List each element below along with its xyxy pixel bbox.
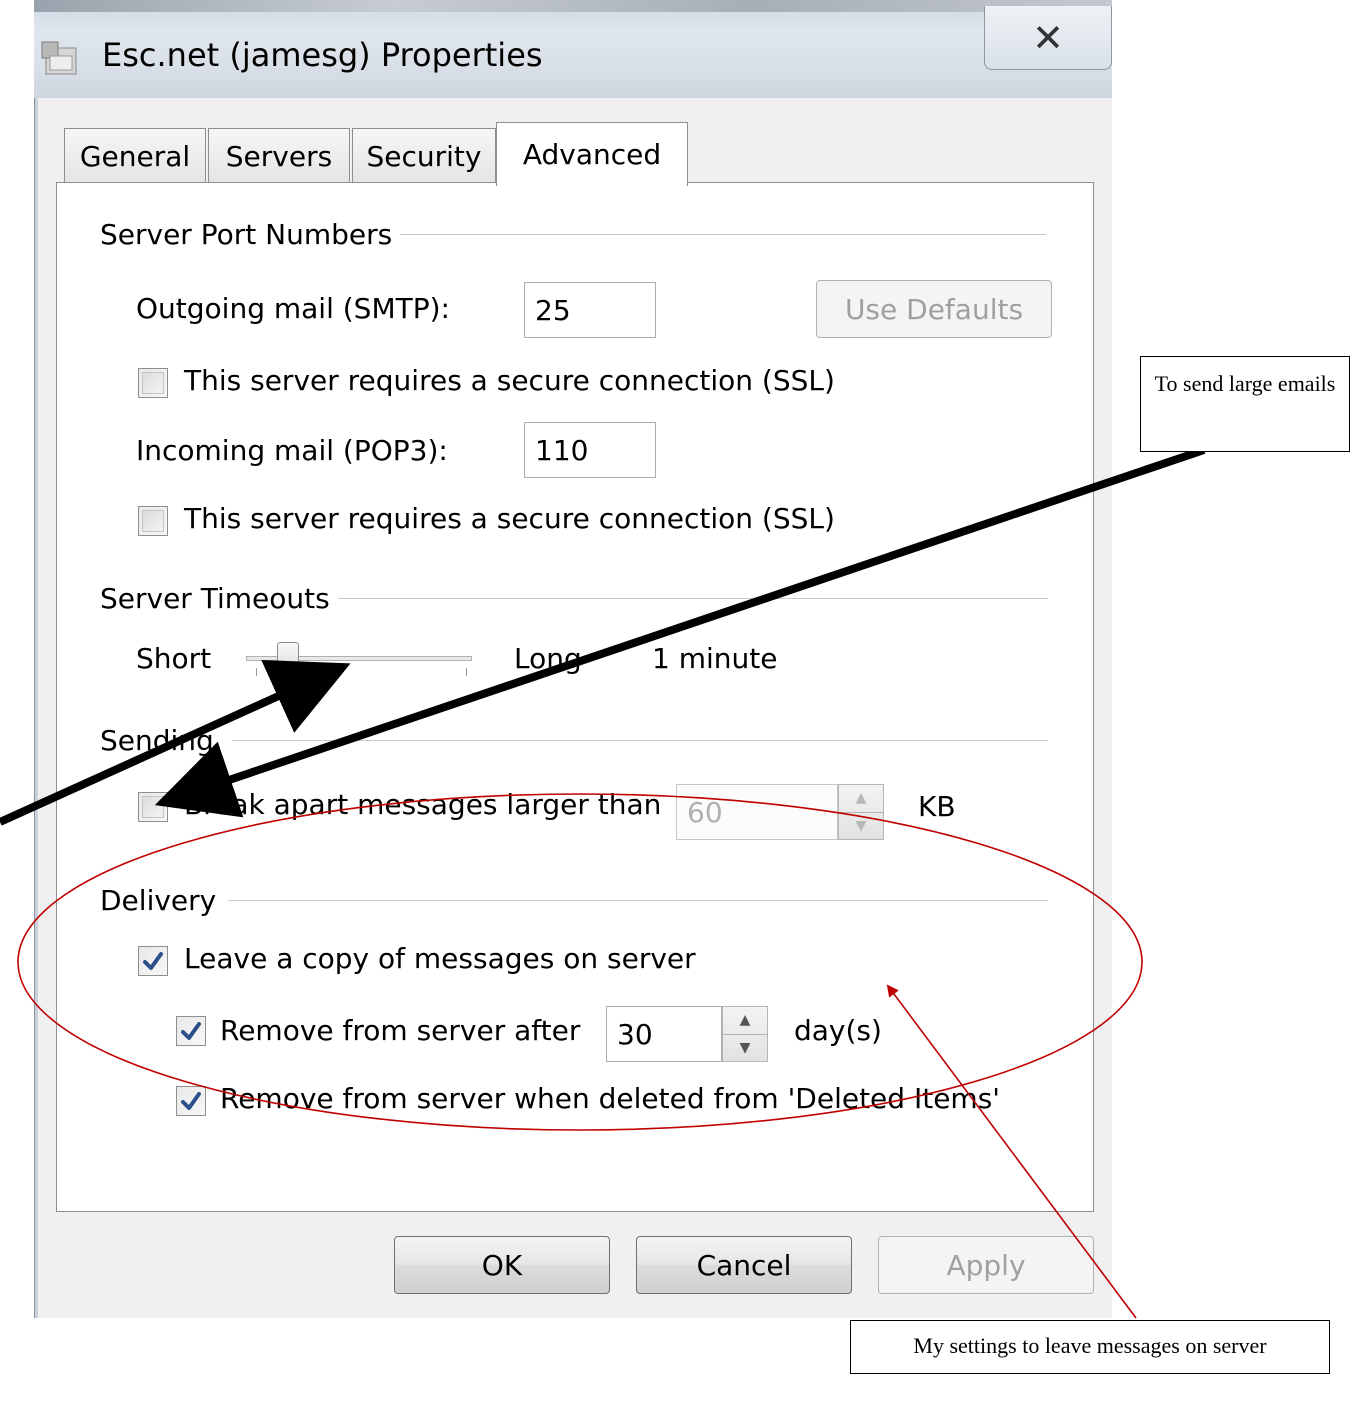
timeout-slider-thumb[interactable]	[276, 642, 299, 676]
mail-account-icon	[40, 38, 80, 80]
apply-button[interactable]: Apply	[878, 1236, 1094, 1294]
window-left-edge	[34, 98, 35, 1318]
group-divider	[228, 900, 1048, 901]
timeout-long-label: Long	[514, 642, 582, 675]
break-apart-label: Break apart messages larger than	[184, 788, 662, 821]
remove-deleted-label: Remove from server when deleted from 'De…	[220, 1082, 1000, 1115]
checkmark-icon	[143, 952, 163, 970]
break-size-unit: KB	[918, 790, 956, 823]
spin-up-icon[interactable]: ▲	[839, 785, 883, 813]
outgoing-port-input[interactable]: 25	[524, 282, 656, 338]
outgoing-port-label: Outgoing mail (SMTP):	[136, 292, 450, 325]
group-divider	[336, 598, 1048, 599]
ssl-outgoing-label: This server requires a secure connection…	[184, 364, 835, 397]
slider-tick	[256, 668, 257, 676]
break-size-input[interactable]: 60	[676, 784, 838, 840]
close-button[interactable]: ✕	[984, 6, 1112, 70]
settings-note: My settings to leave messages on server	[850, 1320, 1330, 1374]
incoming-port-input[interactable]: 110	[524, 422, 656, 478]
close-icon: ✕	[1032, 15, 1064, 60]
remove-after-checkbox[interactable]	[176, 1016, 206, 1046]
spin-up-icon[interactable]: ▲	[723, 1007, 767, 1035]
properties-dialog: Esc.net (jamesg) Properties ✕ General Se…	[0, 0, 1112, 1318]
spin-down-icon[interactable]: ▼	[839, 813, 883, 840]
checkbox-box	[142, 372, 164, 394]
tab-security[interactable]: Security	[352, 128, 496, 184]
tab-label: Security	[366, 140, 482, 173]
slider-tick	[466, 668, 467, 676]
tab-label: Advanced	[522, 138, 662, 171]
cancel-button[interactable]: Cancel	[636, 1236, 852, 1294]
group-heading-port-numbers: Server Port Numbers	[100, 218, 401, 251]
checkbox-box	[142, 796, 164, 818]
checkmark-icon	[181, 1022, 201, 1040]
tab-label: Servers	[225, 140, 333, 173]
break-apart-checkbox[interactable]	[138, 792, 168, 822]
break-size-spinner[interactable]: ▲ ▼	[838, 784, 884, 840]
group-heading-timeouts: Server Timeouts	[100, 582, 338, 615]
group-heading-sending: Sending	[100, 724, 222, 757]
large-emails-note: To send large emails	[1140, 356, 1350, 452]
group-heading-delivery: Delivery	[100, 884, 225, 917]
spin-down-icon[interactable]: ▼	[723, 1035, 767, 1062]
timeout-value: 1 minute	[652, 642, 778, 675]
window-title: Esc.net (jamesg) Properties	[102, 36, 543, 74]
ssl-outgoing-checkbox[interactable]	[138, 368, 168, 398]
tab-label: General	[79, 140, 191, 173]
days-label: day(s)	[794, 1014, 882, 1047]
group-divider	[232, 740, 1048, 741]
remove-after-spinner[interactable]: ▲ ▼	[722, 1006, 768, 1062]
tab-general[interactable]: General	[64, 128, 206, 184]
remove-deleted-checkbox[interactable]	[176, 1086, 206, 1116]
incoming-port-label: Incoming mail (POP3):	[136, 434, 448, 467]
remove-after-days-input[interactable]: 30	[606, 1006, 722, 1062]
tab-advanced[interactable]: Advanced	[496, 122, 688, 186]
leave-copy-checkbox[interactable]	[138, 946, 168, 976]
tab-servers[interactable]: Servers	[208, 128, 350, 184]
timeout-short-label: Short	[136, 642, 212, 675]
use-defaults-button[interactable]: Use Defaults	[816, 280, 1052, 338]
title-bar-top-strip	[34, 0, 1112, 12]
remove-after-label: Remove from server after	[220, 1014, 581, 1047]
ssl-incoming-label: This server requires a secure connection…	[184, 502, 835, 535]
ssl-incoming-checkbox[interactable]	[138, 506, 168, 536]
checkbox-box	[142, 510, 164, 532]
ok-button[interactable]: OK	[394, 1236, 610, 1294]
checkmark-icon	[181, 1092, 201, 1110]
group-divider	[390, 234, 1046, 235]
leave-copy-label: Leave a copy of messages on server	[184, 942, 696, 975]
